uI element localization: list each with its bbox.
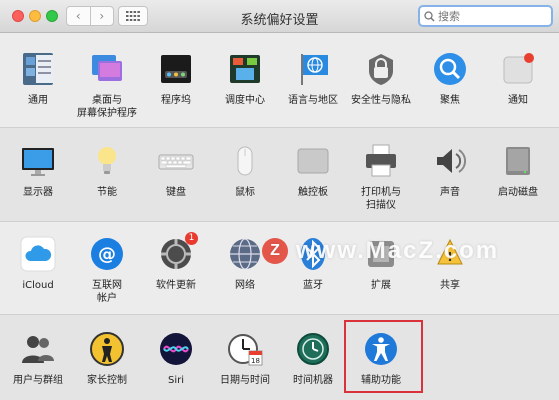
network-icon — [227, 236, 263, 272]
watermark: Z www.MacZ.com — [262, 234, 499, 268]
accessibility-highlight-box — [344, 320, 423, 393]
spotlight-icon — [432, 51, 468, 87]
search-input[interactable] — [438, 9, 538, 23]
pref-security-privacy[interactable]: 安全性与隐私 — [347, 51, 415, 107]
pref-mouse[interactable]: 鼠标 — [211, 143, 279, 199]
trackpad-icon — [295, 143, 331, 179]
pref-displays[interactable]: 显示器 — [4, 143, 72, 199]
pref-label: 共享 — [440, 280, 460, 291]
pref-label: 互联网 帐户 — [92, 280, 122, 304]
pref-label: 语言与地区 — [288, 95, 338, 106]
search-icon — [424, 10, 435, 22]
pref-label: 启动磁盘 — [498, 187, 538, 198]
pref-label: 蓝牙 — [303, 280, 323, 291]
pref-label: 触控板 — [298, 187, 328, 198]
security-privacy-icon — [363, 51, 399, 87]
mission-control-icon — [227, 51, 263, 87]
pref-label: 声音 — [440, 187, 460, 198]
pref-language-region[interactable]: 语言与地区 — [279, 51, 347, 107]
pref-label: 打印机与 扫描仪 — [361, 187, 401, 211]
energy-saver-icon — [89, 143, 125, 179]
pref-label: 调度中心 — [225, 95, 265, 106]
software-update-icon: 1 — [158, 232, 198, 272]
svg-text:18: 18 — [251, 357, 260, 365]
pref-startup-disk[interactable]: 启动磁盘 — [484, 143, 552, 199]
language-region-icon — [295, 51, 331, 87]
time-machine-icon — [295, 331, 331, 367]
notifications-icon — [500, 51, 536, 87]
watermark-logo: Z — [262, 238, 288, 264]
pref-sound[interactable]: 声音 — [416, 143, 484, 199]
desktop-screensaver-icon — [89, 51, 125, 87]
pref-icloud[interactable]: iCloud — [4, 236, 72, 292]
pref-software-update[interactable]: 1 软件更新 — [142, 232, 210, 292]
pref-label: 通用 — [28, 95, 48, 106]
svg-text:@: @ — [98, 244, 116, 265]
pref-siri[interactable]: Siri — [142, 331, 210, 387]
pref-dock[interactable]: 程序坞 — [142, 51, 210, 107]
update-count-badge: 1 — [185, 232, 198, 245]
search-field[interactable] — [418, 5, 553, 27]
pref-energy-saver[interactable]: 节能 — [73, 143, 141, 199]
pref-label: 程序坞 — [161, 95, 191, 106]
date-time-icon: 18 — [227, 331, 263, 367]
pref-general[interactable]: 通用 — [4, 51, 72, 107]
pref-printers-scanners[interactable]: 打印机与 扫描仪 — [347, 143, 415, 212]
pref-desktop-screensaver[interactable]: 桌面与 屏幕保护程序 — [73, 51, 141, 120]
watermark-text: www.MacZ.com — [296, 237, 500, 264]
pref-notifications[interactable]: 通知 — [484, 51, 552, 107]
startup-disk-icon — [500, 143, 536, 179]
pref-parental-controls[interactable]: 家长控制 — [73, 331, 141, 387]
pref-label: 节能 — [97, 187, 117, 198]
pref-label: 通知 — [508, 95, 528, 106]
title-bar: ‹ › 系统偏好设置 — [0, 0, 559, 33]
icloud-icon — [20, 236, 56, 272]
siri-icon — [158, 331, 194, 367]
keyboard-icon — [158, 143, 194, 179]
pref-label: 软件更新 — [156, 280, 196, 291]
pref-label: 鼠标 — [235, 187, 255, 198]
pref-time-machine[interactable]: 时间机器 — [279, 331, 347, 387]
pref-label: 聚焦 — [440, 95, 460, 106]
pref-label: 用户与群组 — [13, 375, 63, 386]
users-groups-icon — [20, 331, 56, 367]
pref-mission-control[interactable]: 调度中心 — [211, 51, 279, 107]
pref-label: 扩展 — [371, 280, 391, 291]
mouse-icon — [227, 143, 263, 179]
pref-spotlight[interactable]: 聚焦 — [416, 51, 484, 107]
internet-accounts-icon: @ — [89, 236, 125, 272]
pref-label: 网络 — [235, 280, 255, 291]
pref-trackpad[interactable]: 触控板 — [279, 143, 347, 199]
pref-label: 桌面与 屏幕保护程序 — [77, 95, 137, 119]
sound-icon — [432, 143, 468, 179]
dock-icon — [158, 51, 194, 87]
pref-internet-accounts[interactable]: @ 互联网 帐户 — [73, 236, 141, 305]
pref-keyboard[interactable]: 键盘 — [142, 143, 210, 199]
pref-date-time[interactable]: 18 日期与时间 — [211, 331, 279, 387]
pref-label: 时间机器 — [293, 375, 333, 386]
printers-scanners-icon — [363, 143, 399, 179]
pref-label: 家长控制 — [87, 375, 127, 386]
pref-label: 安全性与隐私 — [351, 95, 411, 106]
pref-label: 显示器 — [23, 187, 53, 198]
general-icon — [20, 51, 56, 87]
pref-label: 键盘 — [166, 187, 186, 198]
pref-label: 日期与时间 — [220, 375, 270, 386]
pref-label: Siri — [167, 375, 184, 386]
pref-label: iCloud — [22, 280, 54, 291]
pref-users-groups[interactable]: 用户与群组 — [4, 331, 72, 387]
parental-controls-icon — [89, 331, 125, 367]
displays-icon — [20, 143, 56, 179]
